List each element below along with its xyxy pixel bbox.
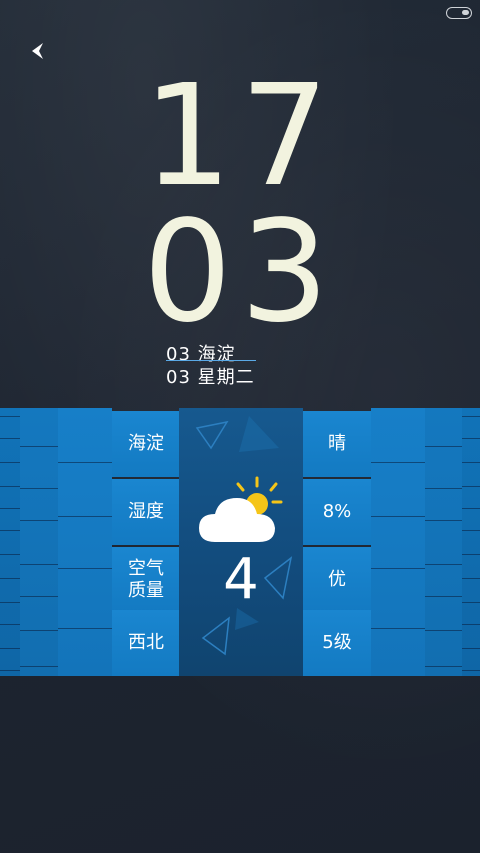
left-info-column: 海淀 湿度 空气 质量 西北 bbox=[112, 408, 180, 676]
weather-center-card: 4 bbox=[179, 408, 303, 676]
clock-hour: 17 bbox=[142, 55, 338, 218]
wind-level-cell: 5级 bbox=[303, 610, 371, 676]
clock-minute: 03 bbox=[142, 191, 338, 354]
right-edge-strip bbox=[462, 408, 480, 676]
humidity-value-cell: 8% bbox=[303, 479, 371, 545]
partly-cloudy-icon bbox=[199, 476, 283, 542]
weather-panel: 海淀 湿度 空气 质量 西北 4 晴 8% 优 5级 bbox=[0, 408, 480, 676]
wind-direction-cell: 西北 bbox=[112, 610, 180, 676]
toggle-icon[interactable] bbox=[446, 7, 472, 19]
condition-cell: 晴 bbox=[303, 411, 371, 477]
location-cell: 海淀 bbox=[112, 411, 180, 477]
air-quality-label-cell: 空气 质量 bbox=[112, 547, 180, 613]
humidity-label-cell: 湿度 bbox=[112, 479, 180, 545]
right-inner-strip bbox=[371, 408, 425, 676]
left-strip bbox=[20, 408, 58, 676]
temperature-value: 4 bbox=[223, 547, 259, 612]
left-inner-strip bbox=[58, 408, 112, 676]
left-edge-strip bbox=[0, 408, 20, 676]
right-info-column: 晴 8% 优 5级 bbox=[303, 408, 371, 676]
back-arrow-icon bbox=[32, 43, 43, 59]
date-divider bbox=[166, 360, 256, 361]
date-weekday-line: 03 星期二 bbox=[166, 367, 255, 388]
air-quality-value-cell: 优 bbox=[303, 547, 371, 613]
right-strip bbox=[425, 408, 462, 676]
